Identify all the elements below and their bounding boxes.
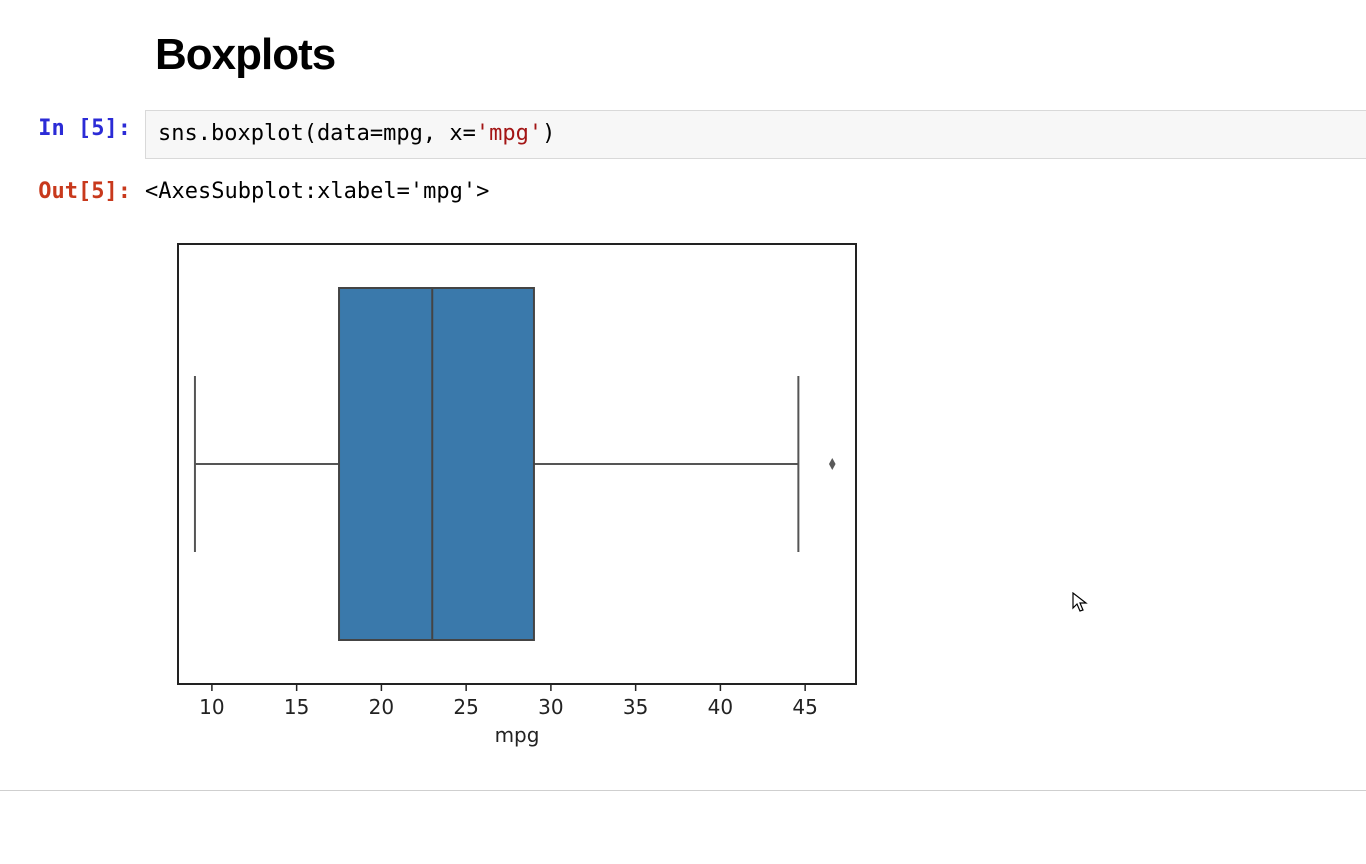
outlier-marker bbox=[829, 458, 836, 470]
xtick-label: 15 bbox=[284, 695, 309, 719]
xtick-label: 35 bbox=[623, 695, 648, 719]
section-heading: Boxplots bbox=[155, 30, 1366, 80]
code-text-suffix: ) bbox=[542, 121, 555, 146]
output-repr: <AxesSubplot:xlabel='mpg'> bbox=[145, 173, 1366, 204]
code-text-prefix: sns.boxplot(data=mpg, x= bbox=[158, 121, 476, 146]
output-prompt: Out[5]: bbox=[0, 173, 145, 204]
xtick-label: 20 bbox=[369, 695, 394, 719]
xtick-label: 10 bbox=[199, 695, 224, 719]
cursor-icon bbox=[1072, 592, 1092, 614]
xtick-label: 40 bbox=[708, 695, 733, 719]
plot-output: 10 15 20 25 30 35 40 45 mpg bbox=[132, 232, 882, 772]
input-prompt: In [5]: bbox=[0, 110, 145, 141]
cell-divider bbox=[0, 790, 1366, 791]
boxplot-figure: 10 15 20 25 30 35 40 45 mpg bbox=[132, 232, 882, 772]
xtick-label: 45 bbox=[792, 695, 817, 719]
code-text-string: 'mpg' bbox=[476, 121, 542, 146]
output-cell: Out[5]: <AxesSubplot:xlabel='mpg'> bbox=[0, 173, 1366, 204]
xtick-label: 25 bbox=[453, 695, 478, 719]
box-iqr bbox=[339, 288, 534, 640]
x-axis-label: mpg bbox=[495, 723, 540, 747]
input-cell: In [5]: sns.boxplot(data=mpg, x='mpg') bbox=[0, 110, 1366, 159]
code-input-area[interactable]: sns.boxplot(data=mpg, x='mpg') bbox=[145, 110, 1366, 159]
xtick-label: 30 bbox=[538, 695, 563, 719]
